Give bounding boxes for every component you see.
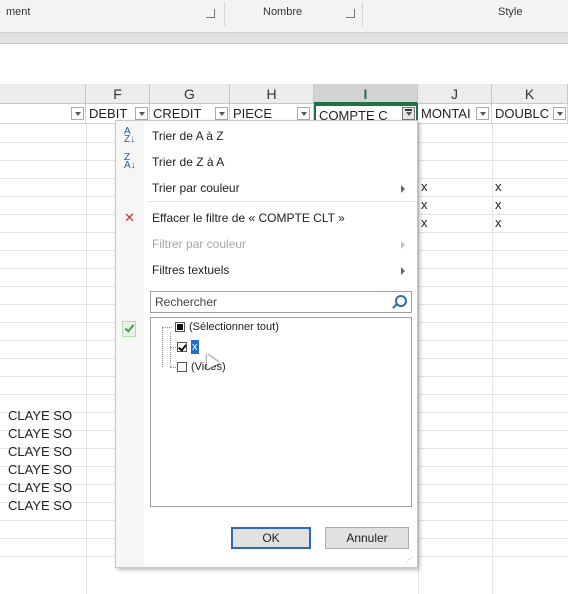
- ok-button[interactable]: OK: [231, 527, 311, 549]
- header-label-doublon: DOUBLC: [495, 106, 550, 121]
- submenu-arrow-icon: [401, 185, 405, 193]
- submenu-arrow-icon: [401, 241, 405, 249]
- column-header-g[interactable]: G: [150, 84, 230, 104]
- cell-ville[interactable]: CLAYE SO: [8, 426, 72, 441]
- list-item-label: x: [191, 340, 199, 354]
- ribbon-separator: [362, 2, 363, 26]
- header-label-credit: CREDIT: [153, 106, 202, 121]
- sort-az-icon: A Z↓: [124, 126, 136, 145]
- menu-label: Filtres textuels: [152, 263, 230, 277]
- filter-dropdown-icon[interactable]: [297, 107, 310, 120]
- cell-montant[interactable]: x: [421, 197, 428, 212]
- cell-ville[interactable]: CLAYE SO: [8, 408, 72, 423]
- submenu-arrow-icon: [401, 267, 405, 275]
- header-label-montant: MONTAI: [421, 106, 471, 121]
- resize-grip-icon[interactable]: ⋰: [406, 556, 414, 564]
- checkbox-blanks[interactable]: [177, 362, 187, 372]
- search-box[interactable]: [150, 291, 412, 313]
- sort-za-icon: Z A↓: [124, 152, 136, 171]
- cell-ville[interactable]: CLAYE SO: [8, 480, 72, 495]
- cell-doublon[interactable]: x: [495, 197, 502, 212]
- cell-montant[interactable]: x: [421, 179, 428, 194]
- filter-active-icon[interactable]: [402, 107, 415, 120]
- checkmark-icon: [122, 321, 136, 337]
- tree-line: [170, 347, 176, 348]
- menu-label: Trier de Z à A: [152, 155, 225, 169]
- header-cell-montant[interactable]: MONTAI: [418, 104, 492, 124]
- search-input[interactable]: [155, 293, 375, 311]
- filter-dropdown-icon[interactable]: [215, 107, 228, 120]
- filter-dropdown-icon[interactable]: [135, 107, 148, 120]
- cell-doublon[interactable]: x: [495, 179, 502, 194]
- filter-dropdown-icon[interactable]: [476, 107, 489, 120]
- header-cell-doublon[interactable]: DOUBLC: [492, 104, 568, 124]
- column-header-h[interactable]: H: [230, 84, 314, 104]
- ribbon-group-style: Style: [498, 6, 523, 18]
- ribbon-group-alignment: ment: [6, 6, 31, 18]
- menu-divider: [148, 201, 416, 202]
- formula-bar: [0, 32, 568, 44]
- menu-label: Trier de A à Z: [152, 129, 224, 143]
- filter-dropdown-icon[interactable]: [553, 107, 566, 120]
- value-list: (Sélectionner tout) x (Vides): [150, 317, 412, 507]
- tree-line: [170, 367, 176, 368]
- tree-line: [162, 327, 172, 328]
- column-header-f[interactable]: F: [86, 84, 150, 104]
- header-label-debit: DEBIT: [89, 106, 128, 121]
- menu-label: Filtrer par couleur: [152, 237, 247, 251]
- menu-item-text-filters[interactable]: Filtres textuels: [116, 259, 417, 281]
- menu-label: Trier par couleur: [152, 181, 240, 195]
- menu-item-sort-za[interactable]: Z A↓ Trier de Z à A: [116, 151, 417, 173]
- filter-dropdown-icon[interactable]: [71, 107, 84, 120]
- column-header-j[interactable]: J: [418, 84, 492, 104]
- tree-line: [170, 332, 171, 367]
- column-line: [86, 124, 87, 594]
- menu-item-filter-by-color: Filtrer par couleur: [116, 233, 417, 255]
- column-header-k[interactable]: K: [492, 84, 568, 104]
- column-line: [418, 124, 419, 594]
- header-label-piece: PIECE: [233, 106, 273, 121]
- column-header-e[interactable]: [0, 84, 86, 104]
- menu-item-sort-by-color[interactable]: Trier par couleur: [116, 177, 417, 199]
- ribbon-separator: [224, 2, 225, 26]
- column-header-i[interactable]: I: [314, 84, 418, 104]
- clear-filter-icon: ✕: [124, 210, 135, 225]
- cancel-button[interactable]: Annuler: [325, 527, 409, 549]
- tree-line: [162, 327, 163, 367]
- column-line: [492, 124, 493, 594]
- cell-ville[interactable]: CLAYE SO: [8, 444, 72, 459]
- ribbon-group-number: Nombre: [263, 6, 303, 18]
- checkbox-select-all[interactable]: [175, 322, 185, 332]
- autofilter-menu: A Z↓ Trier de A à Z Z A↓ Trier de Z à A Tr…: [115, 120, 418, 568]
- ribbon: ment Nombre Style: [0, 0, 568, 32]
- cell-ville[interactable]: CLAYE SO: [8, 498, 72, 513]
- menu-item-clear-filter[interactable]: ✕ Effacer le filtre de « COMPTE CLT »: [116, 207, 417, 229]
- menu-label: Effacer le filtre de « COMPTE CLT »: [152, 211, 345, 225]
- header-cell-e[interactable]: [0, 104, 86, 124]
- cell-ville[interactable]: CLAYE SO: [8, 462, 72, 477]
- list-item-label: (Sélectionner tout): [189, 321, 279, 333]
- cell-doublon[interactable]: x: [495, 215, 502, 230]
- dialog-launcher-icon[interactable]: [206, 9, 215, 18]
- checkbox-x[interactable]: [177, 342, 187, 352]
- search-icon[interactable]: [395, 295, 407, 307]
- dialog-launcher-icon[interactable]: [346, 9, 355, 18]
- menu-item-sort-az[interactable]: A Z↓ Trier de A à Z: [116, 125, 417, 147]
- cell-montant[interactable]: x: [421, 215, 428, 230]
